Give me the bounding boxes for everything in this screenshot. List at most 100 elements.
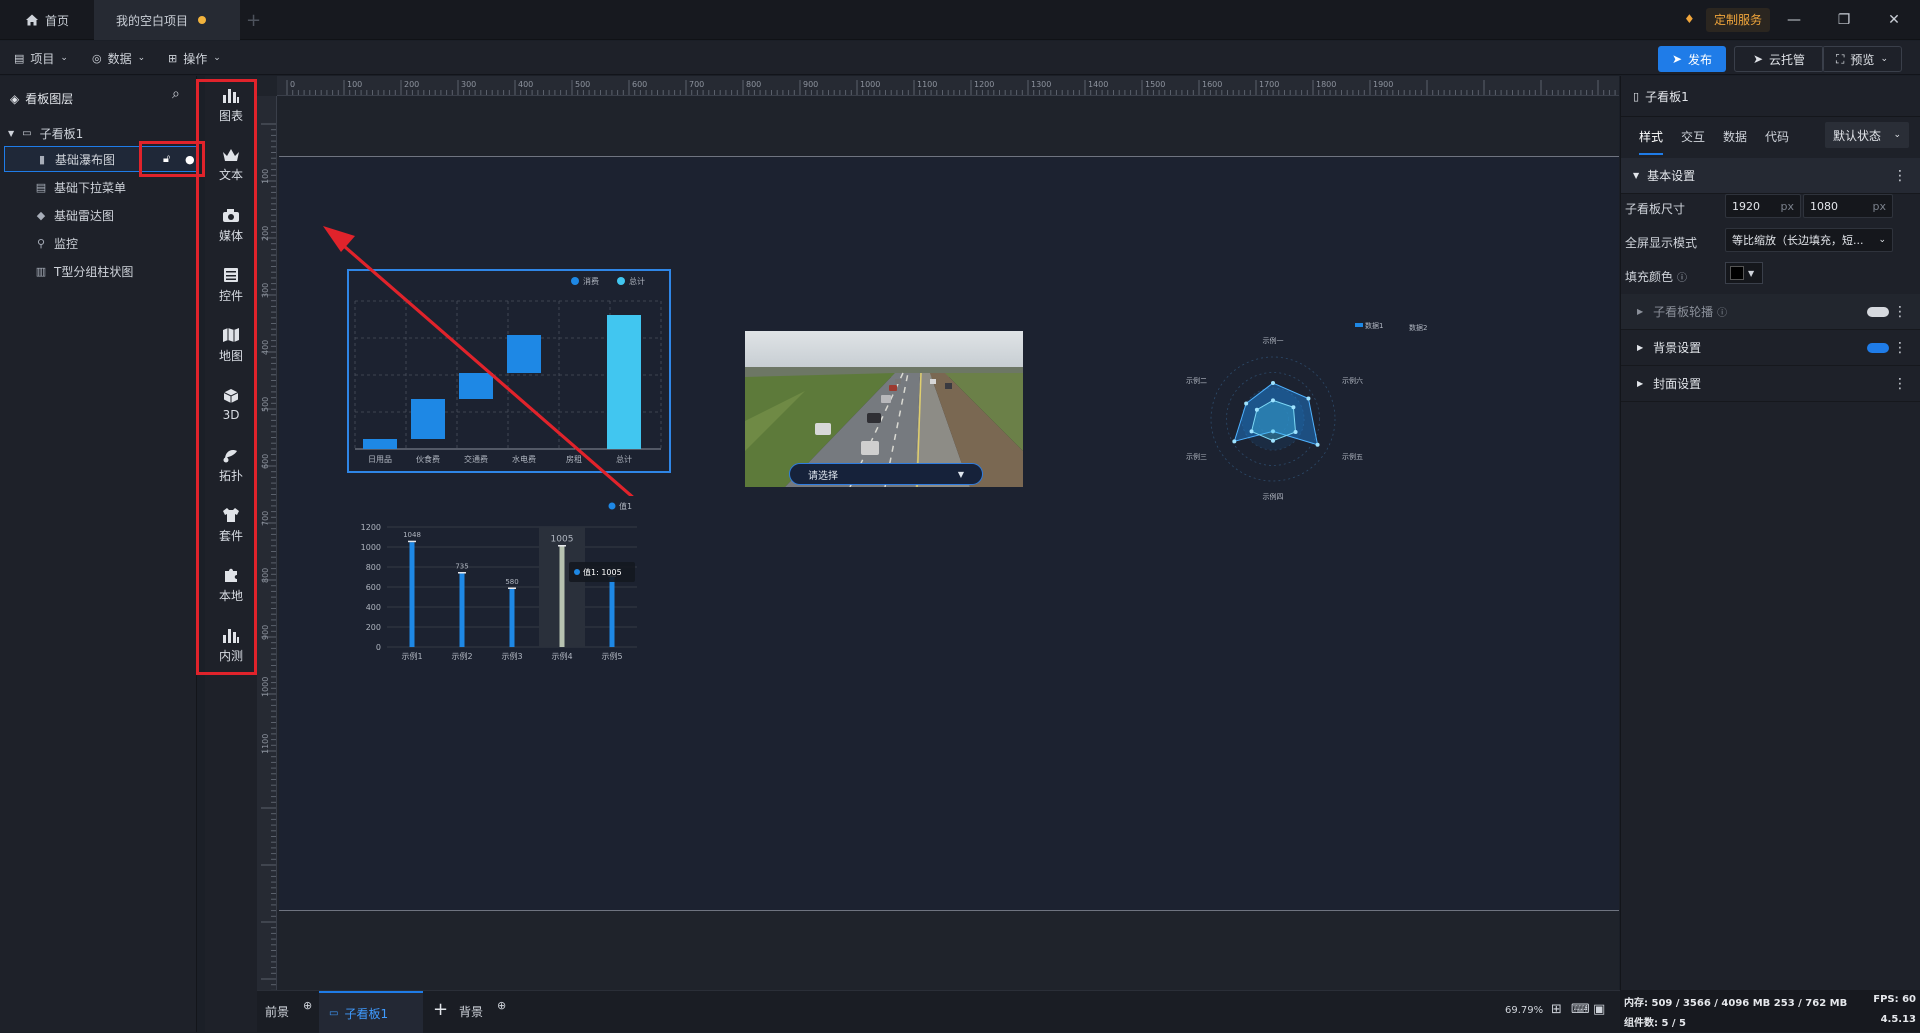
fullscreen-select[interactable]: 等比缩放（长边填充，短... ⌄ [1725, 228, 1893, 252]
fps-readout: FPS: 60 [1873, 994, 1916, 1005]
layer-item-dropdown[interactable]: ▤ 基础下拉菜单 [0, 174, 197, 200]
publish-label: 发布 [1688, 52, 1713, 67]
tab-foreground[interactable]: 前景 ⊕ [265, 999, 312, 1020]
section-carousel[interactable]: ▶ 子看板轮播 ⓘ ⋮ [1621, 294, 1920, 330]
tab-style[interactable]: 样式 [1639, 128, 1664, 155]
toolbar: ▤ 项目 ⌄ ◎ 数据 ⌄ ⊞ 操作 ⌄ ➤ 发布 ➤ 云托管 ⛶ 预览 ⌄ [0, 41, 1920, 75]
section-basic[interactable]: ▼ 基本设置 ⋮ [1621, 158, 1920, 194]
add-board-button[interactable]: + [433, 999, 448, 1020]
more-icon[interactable]: ⋮ [1893, 340, 1907, 356]
annotation-arrow [323, 226, 634, 496]
ruler-tick-label: 1100 [917, 80, 937, 89]
width-input[interactable]: 1920 px [1725, 194, 1801, 218]
caret-right-icon: ▶ [1637, 307, 1644, 316]
canvas-area[interactable]: 0 100 200 300 400 500 600 700 800 900 1000 1100 1200… [257, 76, 1619, 990]
height-input[interactable]: 1080 px [1803, 194, 1893, 218]
legend-swatch [608, 502, 616, 510]
x-tick-label: 示例3 [501, 651, 522, 661]
ruler-tick-label: 800 [261, 568, 270, 583]
fill-color-picker[interactable]: ▼ [1725, 262, 1763, 284]
select-dropdown[interactable]: 请选择 ▼ [789, 463, 983, 485]
radar-legend-label-2: 数据2 [1409, 324, 1428, 332]
radar-axis-label: 示例四 [1263, 492, 1284, 501]
bar-chart[interactable]: 值1 1200 1000 800 600 400 200 0 示例1 1048 示例2 735 示例… [347, 497, 647, 677]
y-tick-label: 800 [366, 563, 381, 572]
tab-home-label: 首页 [44, 13, 69, 28]
caret-right-icon: ▶ [1637, 379, 1644, 388]
camera-icon: ⚲ [36, 236, 46, 250]
layer-panel-header: ◈ 看板图层 [10, 90, 73, 107]
state-select[interactable]: 默认状态 ⌄ [1825, 122, 1909, 148]
ruler-tick-label: 900 [803, 80, 818, 89]
radar-point [1271, 398, 1275, 403]
tab-home[interactable]: 首页 [0, 0, 94, 40]
chevron-down-icon: ⌄ [213, 53, 221, 63]
home-icon [25, 14, 38, 26]
radar-chart[interactable]: 数据1 示例一 示例六 示例五 示例四 示例三 示例二 [1149, 317, 1407, 517]
section-cover[interactable]: ▶ 封面设置 ⋮ [1621, 366, 1920, 402]
restore-icon[interactable]: ❐ [1832, 8, 1856, 32]
add-circle-icon[interactable]: ⊕ [303, 999, 312, 1020]
section-background[interactable]: ▶ 背景设置 ⋮ [1621, 330, 1920, 366]
layer-item-monitor[interactable]: ⚲ 监控 [0, 230, 197, 256]
layer-item-label: 监控 [54, 236, 79, 251]
x-tick-label: 示例5 [601, 651, 622, 661]
custom-service-button[interactable]: 定制服务 [1706, 8, 1771, 32]
preview-button[interactable]: ⛶ 预览 ⌄ [1822, 46, 1902, 72]
y-tick-label: 600 [366, 583, 381, 592]
grid-icon: ⊞ [168, 51, 178, 65]
menu-data[interactable]: ◎ 数据 ⌄ [92, 47, 145, 69]
tab-code[interactable]: 代码 [1765, 128, 1789, 155]
legend-label: 值1 [619, 501, 632, 511]
more-icon[interactable]: ⋮ [1893, 376, 1907, 392]
more-icon[interactable]: ⋮ [1893, 304, 1907, 320]
new-tab-button[interactable]: + [246, 10, 261, 31]
properties-panel: ▯ 子看板1 样式 交互 数据 代码 默认状态 ⌄ ▼ 基本设置 ⋮ 子看板尺寸… [1620, 76, 1920, 1032]
props-header: ▯ 子看板1 [1633, 88, 1689, 105]
radar-point [1249, 429, 1254, 434]
tab-background[interactable]: 背景 ⊕ [459, 999, 506, 1020]
document-icon: ▤ [14, 51, 25, 65]
menu-operation[interactable]: ⊞ 操作 ⌄ [168, 47, 221, 69]
zoom-level[interactable]: 69.79% [1505, 1005, 1543, 1016]
close-icon[interactable]: ✕ [1882, 8, 1906, 32]
layer-item-grouped-bar[interactable]: ▥ T型分组柱状图 [0, 258, 197, 284]
help-icon[interactable]: ⓘ [1717, 304, 1727, 319]
tab-data[interactable]: 数据 [1723, 128, 1747, 155]
add-circle-icon[interactable]: ⊕ [497, 999, 506, 1020]
ruler-tick-label: 1100 [261, 734, 270, 754]
carousel-toggle[interactable] [1867, 306, 1889, 317]
menu-data-label: 数据 [107, 51, 132, 66]
layer-item-label: T型分组柱状图 [54, 264, 134, 279]
background-toggle[interactable] [1867, 342, 1889, 353]
minimize-icon[interactable]: — [1782, 8, 1806, 32]
ruler-tick-label: 1800 [1316, 80, 1336, 89]
publish-button[interactable]: ➤ 发布 [1658, 46, 1726, 72]
props-tabs: 样式 交互 数据 代码 [1639, 128, 1789, 155]
help-icon[interactable]: ⓘ [1677, 269, 1687, 284]
keyboard-icon[interactable]: ⌨ [1571, 1002, 1590, 1017]
cloud-host-button[interactable]: ➤ 云托管 [1734, 46, 1824, 72]
radar-point [1306, 396, 1311, 401]
menu-project[interactable]: ▤ 项目 ⌄ [14, 47, 68, 69]
layer-item-radar[interactable]: ◆ 基础雷达图 [0, 202, 197, 228]
radar-axis-label: 示例一 [1263, 336, 1284, 345]
height-value: 1080 [1810, 199, 1838, 213]
fit-screen-icon[interactable]: ⊞ [1551, 1002, 1562, 1017]
terminal-icon[interactable]: ▣ [1593, 1002, 1605, 1017]
data-label: 735 [455, 563, 468, 571]
bar-cap [508, 587, 516, 589]
radar-svg: 数据1 示例一 示例六 示例五 示例四 示例三 示例二 [1186, 321, 1407, 501]
select-placeholder: 请选择 [808, 470, 838, 482]
radar-icon: ◆ [36, 208, 46, 222]
tab-interaction[interactable]: 交互 [1681, 128, 1705, 155]
radar-axis-label: 示例六 [1342, 376, 1363, 385]
more-icon[interactable]: ⋮ [1893, 168, 1907, 184]
title-bar: 首页 我的空白项目 + ♦ 定制服务 — ❐ ✕ [0, 0, 1920, 40]
legend-swatch [1355, 323, 1363, 327]
color-swatch [1730, 266, 1744, 280]
radar-point [1291, 405, 1296, 410]
search-icon[interactable]: ⌕ [172, 86, 180, 102]
tab-project[interactable]: 我的空白项目 [94, 0, 240, 40]
tab-board[interactable]: ▭ 子看板1 [319, 991, 423, 1033]
